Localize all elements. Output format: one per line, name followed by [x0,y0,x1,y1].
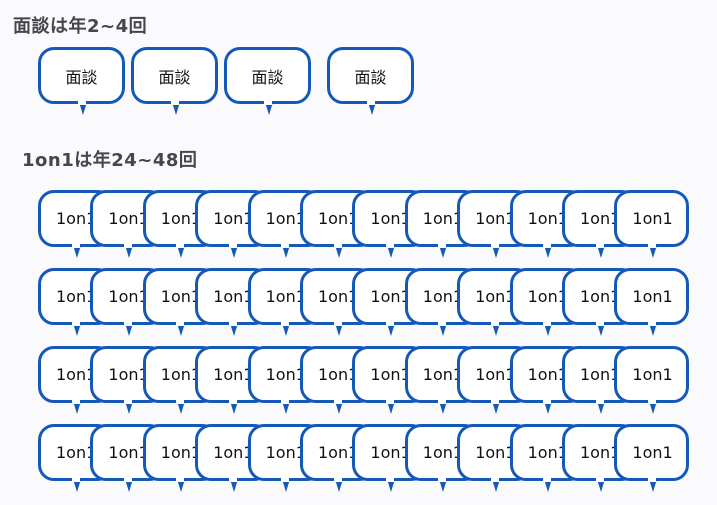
bubble-tail-fill [77,100,86,105]
bubble-tail-fill [71,399,80,404]
one-on-one-bubble: 1on1 [614,190,690,258]
one-on-one-bubble: 1on1 [614,424,690,492]
bubble-tail-fill [647,243,656,248]
bubble-tail-fill [176,243,185,248]
bubble-label: 面談 [65,67,98,87]
bubble-label: 1on1 [632,365,673,384]
bubble-tail-fill [647,321,656,326]
bubble-label: 面談 [158,67,191,87]
mendan-bubble: 面談 [131,47,218,115]
bubble-tail-fill [228,321,237,326]
bubble-tail-fill [71,477,80,482]
bubble-tail-fill [333,243,342,248]
bubble-tail-fill [595,477,604,482]
bubble-tail-fill [176,321,185,326]
bubble-tail-fill [490,321,499,326]
bubble-tail-fill [385,243,394,248]
one-on-one-bubble: 1on1 [614,268,690,336]
bubble-tail-fill [385,321,394,326]
bubble-tail-fill [490,399,499,404]
mendan-bubble: 面談 [38,47,125,115]
bubble-tail-fill [543,477,552,482]
bubble-tail-fill [595,243,604,248]
bubble-tail-fill [647,477,656,482]
bubble-tail-fill [333,321,342,326]
bubble-tail-fill [385,399,394,404]
bubble-tail-fill [228,243,237,248]
bubble-tail-fill [281,399,290,404]
bubble-tail-fill [123,321,132,326]
bubble-tail-fill [438,399,447,404]
bubble-tail-fill [123,399,132,404]
bubble-tail-fill [438,321,447,326]
bubble-tail-fill [543,399,552,404]
one-on-one-bubble: 1on1 [614,346,690,414]
bubble-label: 面談 [354,67,387,87]
mendan-bubble: 面談 [224,47,311,115]
bubble-label: 1on1 [632,209,673,228]
bubble-tail-fill [385,477,394,482]
bubble-tail-fill [281,477,290,482]
bubble-tail-fill [228,399,237,404]
bubble-label: 面談 [251,67,284,87]
one-on-one-title: 1on1は年24~48回 [22,150,198,171]
bubble-label: 1on1 [632,287,673,306]
mendan-bubble: 面談 [327,47,414,115]
bubble-tail-fill [176,399,185,404]
bubble-tail-fill [595,321,604,326]
bubble-tail-fill [263,100,272,105]
bubble-tail-fill [543,321,552,326]
bubble-tail-fill [333,399,342,404]
bubble-tail-fill [71,243,80,248]
bubble-tail-fill [366,100,375,105]
bubble-tail-fill [490,243,499,248]
bubble-tail-fill [543,243,552,248]
bubble-tail-fill [71,321,80,326]
bubble-tail-fill [595,399,604,404]
bubble-tail-fill [281,243,290,248]
bubble-tail-fill [333,477,342,482]
bubble-label: 1on1 [632,443,673,462]
bubble-tail-fill [281,321,290,326]
bubble-tail-fill [123,477,132,482]
bubble-tail-fill [647,399,656,404]
bubble-tail-fill [176,477,185,482]
bubble-tail-fill [438,243,447,248]
bubble-tail-fill [123,243,132,248]
bubble-tail-fill [438,477,447,482]
bubble-tail-fill [490,477,499,482]
mendan-title: 面談は年2~4回 [13,16,148,37]
bubble-tail-fill [170,100,179,105]
bubble-tail-fill [228,477,237,482]
